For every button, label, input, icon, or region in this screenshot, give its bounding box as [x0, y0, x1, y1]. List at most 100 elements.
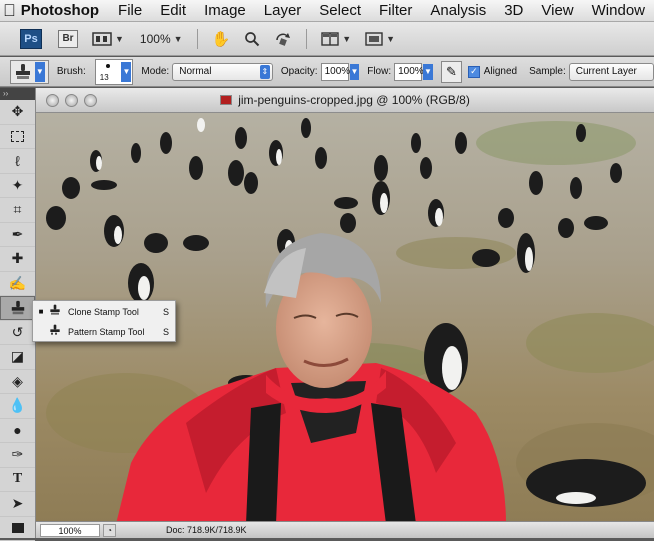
aligned-label: Aligned [484, 66, 517, 77]
application-bar: Ps Br ▼ 100% ▼ ✋ ▼ ▼ [0, 22, 654, 56]
hand-tool-button[interactable]: ✋ [212, 30, 231, 48]
minimize-window-button[interactable] [65, 94, 78, 107]
lasso-tool-icon[interactable]: ℓ [0, 149, 35, 174]
menu-edit[interactable]: Edit [151, 2, 195, 19]
chevron-down-icon: ▼ [174, 34, 183, 44]
sample-label: Sample: [529, 66, 566, 77]
flyout-item-clone-stamp[interactable]: ■ Clone Stamp Tool S [33, 302, 175, 321]
chevron-down-icon: ▼ [121, 62, 131, 82]
blur-tool-icon[interactable]: 💧 [0, 394, 35, 419]
document-title-bar[interactable]: jim-penguins-cropped.jpg @ 100% (RGB/8) [36, 88, 654, 113]
screen-mode-icon [365, 32, 383, 46]
selected-bullet-icon: ■ [36, 307, 46, 316]
document-file-icon [220, 95, 232, 105]
menu-analysis[interactable]: Analysis [421, 2, 495, 19]
zoom-tool-button[interactable] [244, 31, 260, 47]
airbrush-icon: ✎ [446, 64, 457, 80]
history-brush-tool-icon[interactable]: ↺ [0, 321, 35, 346]
pen-tool-icon[interactable]: ✑ [0, 443, 35, 468]
path-selection-tool-icon[interactable]: ➤ [0, 492, 35, 517]
document-title: jim-penguins-cropped.jpg @ 100% (RGB/8) [238, 93, 470, 107]
hand-icon: ✋ [212, 30, 231, 48]
zoom-window-button[interactable] [84, 94, 97, 107]
pattern-stamp-icon [48, 324, 62, 339]
stamp-tool-flyout: ■ Clone Stamp Tool S Pattern Stamp Tool … [32, 300, 176, 342]
chevron-down-icon: ▼ [386, 34, 395, 44]
magnifier-icon [244, 31, 260, 47]
tools-panel: ›› ✥ ℓ ✦ ⌗ ✒ ✚ ✍ ↺ ◪ ◈ 💧 ● ✑ T ➤ [0, 88, 36, 538]
clone-stamp-icon [48, 304, 62, 319]
rotate-view-button[interactable] [274, 31, 292, 47]
flow-slider-toggle[interactable]: ▼ [423, 64, 433, 80]
divider [306, 29, 307, 49]
chevron-updown-icon: ⇕ [260, 65, 270, 79]
flow-input[interactable]: 100% [394, 63, 422, 81]
menu-filter[interactable]: Filter [370, 2, 421, 19]
status-zoom-input[interactable]: 100% [40, 524, 100, 537]
brush-size-value: 13 [100, 73, 109, 82]
menu-bar:  Photoshop File Edit Image Layer Select… [0, 0, 654, 22]
type-tool-icon[interactable]: T [0, 468, 35, 493]
menu-window[interactable]: Window [583, 2, 654, 19]
marquee-tool-icon[interactable] [0, 125, 35, 150]
chevron-down-icon: ▼ [342, 34, 351, 44]
opacity-slider-toggle[interactable]: ▼ [350, 64, 360, 80]
chevron-down-icon: ▼ [115, 34, 124, 44]
eraser-tool-icon[interactable]: ◪ [0, 345, 35, 370]
status-info-icon[interactable]: ◔ [103, 524, 116, 537]
menu-select[interactable]: Select [310, 2, 370, 19]
brush-tool-icon[interactable]: ✍ [0, 272, 35, 297]
zoom-level-dropdown[interactable]: 100% ▼ [140, 32, 183, 46]
airbrush-toggle[interactable]: ✎ [441, 61, 462, 83]
flow-label: Flow: [367, 66, 391, 77]
move-tool-icon[interactable]: ✥ [0, 100, 35, 125]
zoom-level-value: 100% [140, 32, 171, 46]
clone-stamp-icon [14, 63, 32, 81]
crop-tool-icon[interactable]: ⌗ [0, 198, 35, 223]
mode-select-value: Normal [179, 66, 211, 77]
flyout-item-pattern-stamp[interactable]: Pattern Stamp Tool S [33, 322, 175, 341]
mode-label: Mode: [141, 66, 169, 77]
flyout-item-shortcut: S [163, 327, 169, 337]
film-strip-icon [92, 31, 112, 47]
menu-file[interactable]: File [109, 2, 151, 19]
dodge-tool-icon[interactable]: ● [0, 419, 35, 444]
aligned-checkbox[interactable]: ✓ [468, 66, 480, 78]
launch-bridge-button[interactable]: Br [58, 30, 78, 48]
close-window-button[interactable] [46, 94, 59, 107]
brush-preset-picker[interactable]: 13 ▼ [95, 59, 134, 85]
arrange-documents-button[interactable]: ▼ [321, 32, 351, 46]
menu-image[interactable]: Image [195, 2, 255, 19]
shape-tool-icon[interactable] [0, 517, 35, 541]
arrange-documents-icon [321, 32, 339, 46]
brush-label: Brush: [57, 66, 86, 77]
document-size: Doc: 718.9K/718.9K [166, 525, 247, 535]
clone-stamp-icon [10, 300, 26, 316]
menu-app-photoshop[interactable]: Photoshop [19, 2, 109, 19]
apple-logo-icon[interactable]:  [0, 1, 19, 21]
view-extras-button[interactable]: ▼ [92, 31, 124, 47]
clone-stamp-tool-icon[interactable] [0, 296, 35, 321]
sample-select[interactable]: Current Layer [569, 63, 654, 81]
menu-3d[interactable]: 3D [495, 2, 532, 19]
paint-bucket-tool-icon[interactable]: ◈ [0, 370, 35, 395]
brush-tip-icon [106, 64, 110, 68]
eyedropper-tool-icon[interactable]: ✒ [0, 223, 35, 248]
magic-wand-tool-icon[interactable]: ✦ [0, 174, 35, 199]
rotate-view-icon [274, 31, 292, 47]
flyout-item-label: Pattern Stamp Tool [68, 327, 144, 337]
tool-preset-picker[interactable]: ▼ [10, 60, 49, 84]
opacity-input[interactable]: 100% [321, 63, 349, 81]
screen-mode-button[interactable]: ▼ [365, 32, 395, 46]
status-bar: 100% ◔ Doc: 718.9K/718.9K [36, 521, 654, 538]
sample-select-value: Current Layer [576, 66, 637, 77]
tools-panel-collapse[interactable]: ›› [0, 88, 35, 100]
mode-select[interactable]: Normal ⇕ [172, 63, 273, 81]
healing-brush-tool-icon[interactable]: ✚ [0, 247, 35, 272]
menu-view[interactable]: View [532, 2, 582, 19]
opacity-label: Opacity: [281, 66, 318, 77]
divider [197, 29, 198, 49]
flyout-item-label: Clone Stamp Tool [68, 307, 139, 317]
tool-options-bar: ▼ Brush: 13 ▼ Mode: Normal ⇕ Opacity: 10… [0, 57, 654, 87]
menu-layer[interactable]: Layer [255, 2, 311, 19]
